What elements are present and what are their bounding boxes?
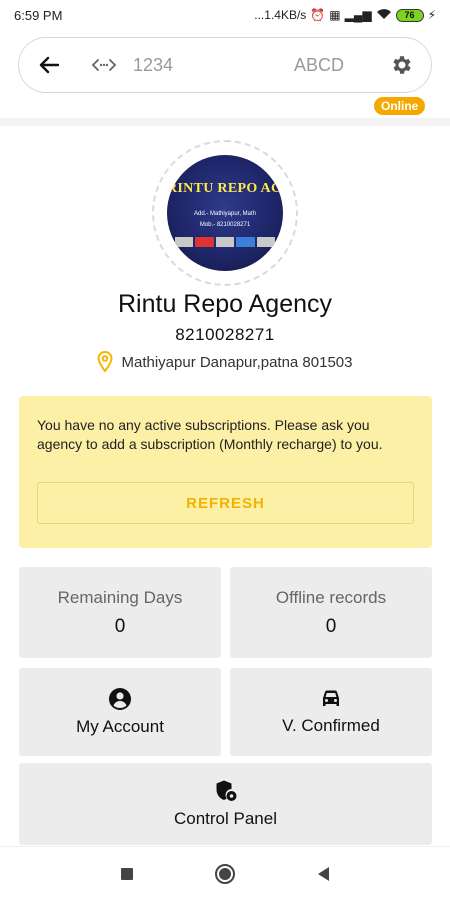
- system-nav-bar: [0, 846, 450, 900]
- signal-icon: ▂▄▆: [344, 8, 372, 22]
- settings-button[interactable]: [387, 50, 417, 80]
- avatar-title: RINTU REPO AGENCY: [167, 181, 283, 196]
- agency-code: 1234: [133, 54, 174, 75]
- avatar-frame: RINTU REPO AGENCY Add.- Mathiyapur, Math…: [152, 140, 298, 286]
- address-row: Mathiyapur Danapur,patna 801503: [0, 351, 450, 373]
- refresh-button[interactable]: REFRESH: [37, 482, 414, 524]
- avatar-address: Add.- Mathiyapur, Math: [193, 211, 257, 217]
- back-button[interactable]: [35, 51, 63, 79]
- status-icons: ...1.4KB/s ⏰ ▦ ▂▄▆ 76 ⚡: [254, 8, 436, 22]
- notice-message: You have no any active subscriptions. Pl…: [37, 417, 383, 452]
- avatar-strip: [175, 237, 276, 247]
- location-pin-icon: [97, 351, 113, 373]
- my-account-label: My Account: [76, 717, 164, 736]
- sim-icon: ▦: [329, 8, 341, 22]
- triangle-back-icon: [318, 866, 329, 881]
- battery-icon: 76: [395, 8, 424, 22]
- vehicle-confirmed-button[interactable]: V. Confirmed: [230, 668, 432, 756]
- status-badge: Online: [374, 97, 426, 115]
- remaining-days-tile: Remaining Days 0: [19, 567, 221, 658]
- wifi-icon: [376, 8, 392, 22]
- status-time: 6:59 PM: [14, 7, 63, 23]
- my-account-button[interactable]: My Account: [19, 668, 221, 756]
- offline-records-value: 0: [325, 615, 337, 637]
- control-panel-button[interactable]: Control Panel: [19, 763, 432, 845]
- offline-records-tile[interactable]: Offline records 0: [230, 567, 432, 658]
- top-bar: 1234 ABCD: [18, 37, 432, 93]
- subscription-notice: You have no any active subscriptions. Pl…: [19, 396, 432, 548]
- divider: [0, 118, 450, 126]
- back-nav-button[interactable]: [311, 862, 335, 886]
- admin-shield-icon: [216, 780, 236, 801]
- recents-button[interactable]: [115, 862, 139, 886]
- vehicle-confirmed-label: V. Confirmed: [282, 716, 380, 735]
- avatar: RINTU REPO AGENCY Add.- Mathiyapur, Math…: [167, 155, 283, 271]
- control-panel-label: Control Panel: [173, 809, 277, 828]
- alarm-icon: ⏰: [310, 8, 326, 22]
- agency-address: Mathiyapur Danapur,patna 801503: [121, 353, 353, 371]
- status-bar: 6:59 PM ...1.4KB/s ⏰ ▦ ▂▄▆ 76 ⚡: [0, 0, 450, 30]
- avatar-mobile: Mob.- 8210028271: [199, 222, 251, 228]
- circle-icon: [215, 863, 235, 884]
- car-icon: [323, 690, 339, 706]
- agency-name: Rintu Repo Agency: [117, 290, 333, 318]
- account-circle-icon: [109, 688, 131, 710]
- offline-records-label: Offline records: [275, 587, 387, 607]
- back-arrow-icon: [39, 56, 59, 74]
- user-name: ABCD: [293, 54, 344, 75]
- code-icon: [89, 58, 119, 72]
- agency-phone: 8210028271: [175, 325, 275, 344]
- square-icon: [121, 867, 133, 880]
- remaining-days-label: Remaining Days: [57, 587, 183, 607]
- remaining-days-value: 0: [114, 615, 126, 637]
- home-button[interactable]: [213, 862, 237, 886]
- gear-icon: [393, 56, 411, 74]
- network-speed: ...1.4KB/s: [254, 8, 307, 22]
- charging-icon: ⚡: [427, 8, 436, 22]
